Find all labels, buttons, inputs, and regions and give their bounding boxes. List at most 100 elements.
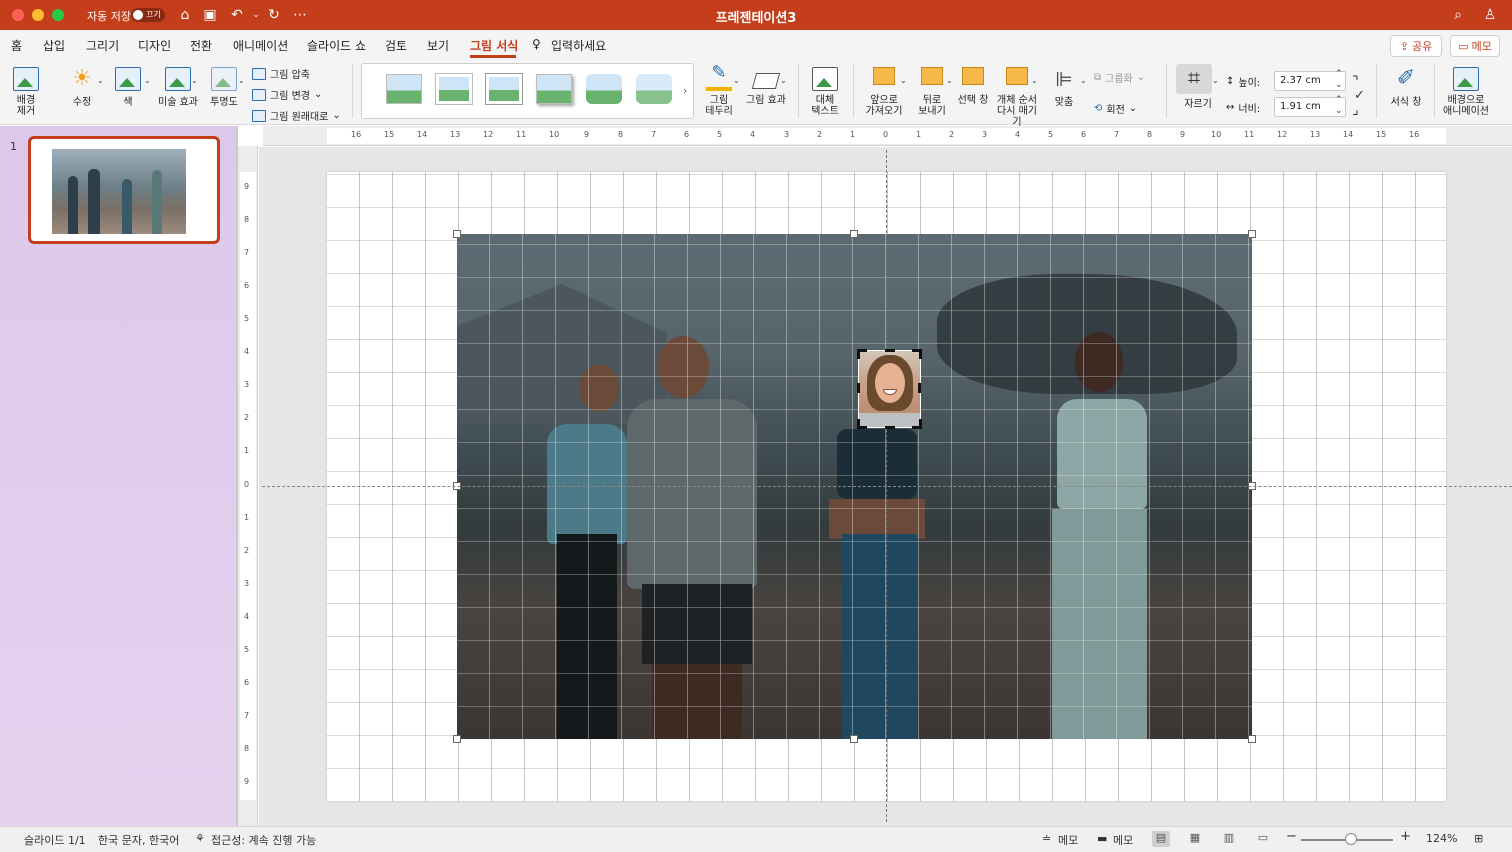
group-button[interactable]: ⧉ 그룹화 ⌄	[1094, 70, 1145, 85]
chevron-down-icon[interactable]: ⌄	[780, 76, 787, 85]
send-backward-button[interactable]: 뒤로 보내기	[910, 67, 954, 117]
normal-view-icon[interactable]: ▤	[1152, 831, 1170, 847]
chevron-down-icon[interactable]: ⌄	[1031, 76, 1038, 85]
tab-slideshow[interactable]: 슬라이드 쇼	[307, 37, 366, 54]
stepper-down-icon[interactable]: ⌄	[1335, 106, 1343, 116]
resize-handle-top[interactable]	[850, 230, 858, 238]
crop-handle-left[interactable]	[857, 383, 860, 393]
gallery-expand-icon[interactable]: ›	[683, 84, 687, 97]
stepper-up-icon[interactable]: ⌃	[1335, 69, 1343, 79]
chevron-down-icon[interactable]: ⌄	[97, 76, 104, 85]
selection-pane-button[interactable]: 선택 창	[955, 67, 991, 106]
slide-sorter-icon[interactable]: ▦	[1186, 831, 1204, 847]
tab-insert[interactable]: 삽입	[43, 37, 65, 54]
picture-border-button[interactable]: ✎ 그림 테두리	[697, 64, 741, 118]
runner-body	[837, 429, 917, 499]
chevron-down-icon[interactable]: ⌄	[191, 76, 198, 85]
zoom-slider-thumb[interactable]	[1345, 833, 1357, 845]
picture-style-4[interactable]	[536, 74, 572, 104]
chevron-down-icon[interactable]: ⌄	[238, 76, 245, 85]
zoom-level[interactable]: 124%	[1426, 832, 1457, 845]
ribbon-divider	[1434, 64, 1435, 118]
rotate-button[interactable]: ⟲ 회전 ⌄	[1094, 101, 1137, 116]
crop-handle-bottom-right[interactable]	[912, 419, 922, 429]
artistic-effects-button[interactable]: 미술 효과	[156, 67, 200, 108]
vertical-ruler-slide-area: 9 8 7 6 5 4 3 2 1 0 1 2 3 4 5 6 7 8 9	[240, 172, 256, 800]
tab-picture-format[interactable]: 그림 서식	[470, 37, 518, 54]
status-bar: 슬라이드 1/1 한국 문자, 한국어 ⚘ 접근성: 계속 진행 가능 ≐ 메모…	[0, 826, 1512, 852]
picture-style-1[interactable]	[386, 74, 422, 104]
transparency-button[interactable]: 투명도	[204, 67, 244, 108]
picture-style-2[interactable]	[436, 74, 472, 104]
cropped-portrait-image[interactable]	[858, 350, 921, 428]
color-icon	[115, 67, 141, 91]
resize-handle-bottom-left[interactable]	[453, 735, 461, 743]
reading-view-icon[interactable]: ▥	[1220, 831, 1238, 847]
share-button[interactable]: ⇪ 공유	[1390, 35, 1442, 57]
resize-handle-top-left[interactable]	[453, 230, 461, 238]
tab-draw[interactable]: 그리기	[86, 37, 119, 54]
crop-handle-top-right[interactable]	[912, 349, 922, 359]
bring-forward-button[interactable]: 앞으로 가져오기	[862, 67, 906, 117]
zoom-out-icon[interactable]: −	[1286, 829, 1297, 844]
notes-button[interactable]: 메모	[1058, 832, 1078, 848]
runner-body	[627, 399, 757, 589]
chevron-down-icon[interactable]: ⌄	[1212, 76, 1219, 85]
chevron-down-icon[interactable]: ⌄	[1080, 76, 1087, 85]
picture-style-3[interactable]	[486, 74, 522, 104]
comments-button[interactable]: ▭ 메모	[1450, 35, 1500, 57]
resize-handle-top-right[interactable]	[1248, 230, 1256, 238]
tab-design[interactable]: 디자인	[138, 37, 171, 54]
change-picture-button[interactable]: 그림 변경 ⌄	[252, 87, 322, 102]
stepper-up-icon[interactable]: ⌃	[1335, 95, 1343, 105]
tell-me-search[interactable]: 입력하세요	[551, 37, 606, 54]
picture-style-6[interactable]	[636, 74, 672, 104]
resize-handle-bottom-right[interactable]	[1248, 735, 1256, 743]
chevron-down-icon[interactable]: ⌄	[144, 76, 151, 85]
reset-picture-button[interactable]: 그림 원래대로 ⌄	[252, 108, 341, 123]
compress-pictures-button[interactable]: 그림 압축	[252, 66, 310, 81]
color-button[interactable]: 색	[108, 67, 148, 108]
corrections-button[interactable]: ☀ 수정	[62, 67, 102, 109]
lock-aspect-ratio-checkbox[interactable]: ✓	[1354, 88, 1365, 103]
language-indicator[interactable]: 한국 문자, 한국어	[98, 832, 179, 848]
comments-status-button[interactable]: 메모	[1113, 832, 1133, 848]
crop-button[interactable]: ⌗	[1176, 64, 1212, 94]
crop-handle-top[interactable]	[885, 349, 895, 352]
tab-animations[interactable]: 애니메이션	[233, 37, 288, 54]
tab-view[interactable]: 보기	[427, 37, 449, 54]
search-icon[interactable]: ⌕	[1448, 5, 1468, 25]
fit-to-window-icon[interactable]: ⊞	[1474, 832, 1483, 845]
crop-handle-right[interactable]	[918, 383, 921, 393]
chevron-down-icon[interactable]: ⌄	[733, 76, 740, 85]
chevron-down-icon[interactable]: ⌄	[900, 76, 907, 85]
crop-handle-top-left[interactable]	[857, 349, 867, 359]
resize-handle-bottom[interactable]	[850, 735, 858, 743]
picture-effects-button[interactable]: 그림 효과	[744, 67, 788, 106]
tab-home[interactable]: 홈	[11, 37, 22, 54]
slide-thumbnail[interactable]	[28, 136, 220, 244]
horizontal-guide[interactable]	[262, 486, 1512, 487]
crop-handle-bottom[interactable]	[885, 426, 895, 429]
picture-styles-gallery	[361, 63, 694, 119]
account-icon[interactable]: ♙	[1480, 5, 1500, 25]
stepper-down-icon[interactable]: ⌄	[1335, 80, 1343, 90]
picture-style-5[interactable]	[586, 74, 622, 104]
tab-review[interactable]: 검토	[385, 37, 407, 54]
slideshow-view-icon[interactable]: ▭	[1254, 831, 1272, 847]
artistic-effects-icon	[165, 67, 191, 91]
height-label: ↕ 높이:	[1226, 76, 1261, 89]
chevron-down-icon[interactable]: ⌄	[946, 76, 953, 85]
accessibility-status[interactable]: 접근성: 계속 진행 가능	[211, 832, 316, 848]
runner-body	[1057, 399, 1147, 509]
animate-background-button[interactable]: 배경으로 애니메이션	[1440, 67, 1492, 117]
remove-background-button[interactable]: 배경 제거	[8, 67, 44, 117]
width-label: ↔ 너비:	[1226, 102, 1261, 115]
zoom-in-icon[interactable]: +	[1400, 829, 1411, 844]
align-button[interactable]: ⊫ 맞춤	[1044, 67, 1084, 108]
thumbnail-figure	[68, 176, 78, 234]
crop-handle-bottom-left[interactable]	[857, 419, 867, 429]
format-pane-button[interactable]: ✐ 서식 창	[1386, 67, 1426, 109]
tab-transitions[interactable]: 전환	[190, 37, 212, 54]
alt-text-button[interactable]: 대체 텍스트	[806, 67, 844, 117]
